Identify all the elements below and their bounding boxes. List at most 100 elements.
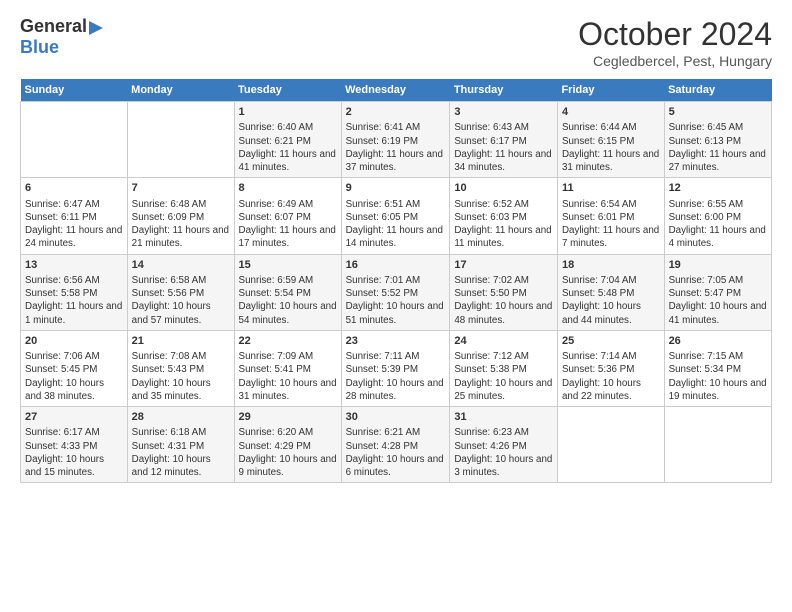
day-number: 30	[346, 410, 446, 425]
calendar-cell: 31Sunrise: 6:23 AM Sunset: 4:26 PM Dayli…	[450, 407, 558, 483]
day-number: 3	[454, 105, 553, 120]
page: General Blue October 2024 Cegledbercel, …	[0, 0, 792, 493]
calendar-cell: 26Sunrise: 7:15 AM Sunset: 5:34 PM Dayli…	[664, 330, 771, 406]
day-number: 23	[346, 334, 446, 349]
calendar-table: SundayMondayTuesdayWednesdayThursdayFrid…	[20, 79, 772, 483]
week-row-0: 1Sunrise: 6:40 AM Sunset: 6:21 PM Daylig…	[21, 102, 772, 178]
day-number: 6	[25, 181, 123, 196]
calendar-cell: 29Sunrise: 6:20 AM Sunset: 4:29 PM Dayli…	[234, 407, 341, 483]
header-monday: Monday	[127, 79, 234, 102]
cell-content: Sunrise: 6:23 AM Sunset: 4:26 PM Dayligh…	[454, 426, 553, 479]
calendar-header-row: SundayMondayTuesdayWednesdayThursdayFrid…	[21, 79, 772, 102]
calendar-cell: 3Sunrise: 6:43 AM Sunset: 6:17 PM Daylig…	[450, 102, 558, 178]
header-thursday: Thursday	[450, 79, 558, 102]
cell-content: Sunrise: 6:55 AM Sunset: 6:00 PM Dayligh…	[669, 198, 767, 251]
header: General Blue October 2024 Cegledbercel, …	[20, 16, 772, 69]
cell-content: Sunrise: 6:48 AM Sunset: 6:09 PM Dayligh…	[132, 198, 230, 251]
day-number: 9	[346, 181, 446, 196]
logo-blue-text: Blue	[20, 37, 59, 57]
day-number: 7	[132, 181, 230, 196]
calendar-cell: 12 Sunrise: 6:55 AM Sunset: 6:00 PM Dayli…	[664, 178, 771, 254]
logo: General Blue	[20, 16, 103, 58]
calendar-cell	[127, 102, 234, 178]
cell-content: Sunrise: 6:51 AM Sunset: 6:05 PM Dayligh…	[346, 198, 446, 251]
calendar-cell: 27Sunrise: 6:17 AM Sunset: 4:33 PM Dayli…	[21, 407, 128, 483]
calendar-cell: 9 Sunrise: 6:51 AM Sunset: 6:05 PM Daylig…	[341, 178, 450, 254]
day-number: 28	[132, 410, 230, 425]
cell-content: Sunrise: 6:40 AM Sunset: 6:21 PM Dayligh…	[239, 121, 337, 174]
calendar-cell: 18Sunrise: 7:04 AM Sunset: 5:48 PM Dayli…	[557, 254, 664, 330]
day-number: 17	[454, 258, 553, 273]
day-number: 18	[562, 258, 660, 273]
week-row-1: 6 Sunrise: 6:47 AM Sunset: 6:11 PM Daylig…	[21, 178, 772, 254]
calendar-cell: 7 Sunrise: 6:48 AM Sunset: 6:09 PM Daylig…	[127, 178, 234, 254]
cell-content: Sunrise: 7:04 AM Sunset: 5:48 PM Dayligh…	[562, 274, 660, 327]
cell-content: Sunrise: 6:58 AM Sunset: 5:56 PM Dayligh…	[132, 274, 230, 327]
cell-content: Sunrise: 7:05 AM Sunset: 5:47 PM Dayligh…	[669, 274, 767, 327]
calendar-cell: 21Sunrise: 7:08 AM Sunset: 5:43 PM Dayli…	[127, 330, 234, 406]
calendar-cell: 24Sunrise: 7:12 AM Sunset: 5:38 PM Dayli…	[450, 330, 558, 406]
day-number: 31	[454, 410, 553, 425]
header-wednesday: Wednesday	[341, 79, 450, 102]
day-number: 25	[562, 334, 660, 349]
calendar-cell: 25Sunrise: 7:14 AM Sunset: 5:36 PM Dayli…	[557, 330, 664, 406]
calendar-cell: 19Sunrise: 7:05 AM Sunset: 5:47 PM Dayli…	[664, 254, 771, 330]
cell-content: Sunrise: 6:56 AM Sunset: 5:58 PM Dayligh…	[25, 274, 123, 327]
day-number: 11	[562, 181, 660, 196]
day-number: 16	[346, 258, 446, 273]
calendar-cell: 20Sunrise: 7:06 AM Sunset: 5:45 PM Dayli…	[21, 330, 128, 406]
calendar-cell: 15Sunrise: 6:59 AM Sunset: 5:54 PM Dayli…	[234, 254, 341, 330]
cell-content: Sunrise: 7:14 AM Sunset: 5:36 PM Dayligh…	[562, 350, 660, 403]
cell-content: Sunrise: 7:11 AM Sunset: 5:39 PM Dayligh…	[346, 350, 446, 403]
day-number: 15	[239, 258, 337, 273]
day-number: 8	[239, 181, 337, 196]
cell-content: Sunrise: 6:47 AM Sunset: 6:11 PM Dayligh…	[25, 198, 123, 251]
cell-content: Sunrise: 7:09 AM Sunset: 5:41 PM Dayligh…	[239, 350, 337, 403]
day-number: 10	[454, 181, 553, 196]
calendar-cell: 8Sunrise: 6:49 AM Sunset: 6:07 PM Daylig…	[234, 178, 341, 254]
day-number: 1	[239, 105, 337, 120]
cell-content: Sunrise: 6:44 AM Sunset: 6:15 PM Dayligh…	[562, 121, 660, 174]
header-tuesday: Tuesday	[234, 79, 341, 102]
location: Cegledbercel, Pest, Hungary	[578, 53, 772, 69]
calendar-cell: 1Sunrise: 6:40 AM Sunset: 6:21 PM Daylig…	[234, 102, 341, 178]
cell-content: Sunrise: 7:06 AM Sunset: 5:45 PM Dayligh…	[25, 350, 123, 403]
calendar-cell: 11 Sunrise: 6:54 AM Sunset: 6:01 PM Dayli…	[557, 178, 664, 254]
month-title: October 2024	[578, 16, 772, 53]
day-number: 27	[25, 410, 123, 425]
cell-content: Sunrise: 7:08 AM Sunset: 5:43 PM Dayligh…	[132, 350, 230, 403]
week-row-4: 27Sunrise: 6:17 AM Sunset: 4:33 PM Dayli…	[21, 407, 772, 483]
week-row-3: 20Sunrise: 7:06 AM Sunset: 5:45 PM Dayli…	[21, 330, 772, 406]
calendar-cell: 16Sunrise: 7:01 AM Sunset: 5:52 PM Dayli…	[341, 254, 450, 330]
day-number: 24	[454, 334, 553, 349]
cell-content: Sunrise: 6:18 AM Sunset: 4:31 PM Dayligh…	[132, 426, 230, 479]
cell-content: Sunrise: 6:54 AM Sunset: 6:01 PM Dayligh…	[562, 198, 660, 251]
cell-content: Sunrise: 7:12 AM Sunset: 5:38 PM Dayligh…	[454, 350, 553, 403]
day-number: 19	[669, 258, 767, 273]
header-saturday: Saturday	[664, 79, 771, 102]
calendar-cell: 5Sunrise: 6:45 AM Sunset: 6:13 PM Daylig…	[664, 102, 771, 178]
cell-content: Sunrise: 6:45 AM Sunset: 6:13 PM Dayligh…	[669, 121, 767, 174]
header-friday: Friday	[557, 79, 664, 102]
day-number: 29	[239, 410, 337, 425]
logo-arrow-icon	[89, 21, 103, 35]
day-number: 20	[25, 334, 123, 349]
cell-content: Sunrise: 6:41 AM Sunset: 6:19 PM Dayligh…	[346, 121, 446, 174]
day-number: 12	[669, 181, 767, 196]
calendar-cell: 17Sunrise: 7:02 AM Sunset: 5:50 PM Dayli…	[450, 254, 558, 330]
calendar-cell: 6 Sunrise: 6:47 AM Sunset: 6:11 PM Daylig…	[21, 178, 128, 254]
calendar-cell	[21, 102, 128, 178]
day-number: 22	[239, 334, 337, 349]
header-sunday: Sunday	[21, 79, 128, 102]
cell-content: Sunrise: 6:43 AM Sunset: 6:17 PM Dayligh…	[454, 121, 553, 174]
day-number: 13	[25, 258, 123, 273]
calendar-cell	[664, 407, 771, 483]
cell-content: Sunrise: 7:01 AM Sunset: 5:52 PM Dayligh…	[346, 274, 446, 327]
cell-content: Sunrise: 6:20 AM Sunset: 4:29 PM Dayligh…	[239, 426, 337, 479]
calendar-cell: 14Sunrise: 6:58 AM Sunset: 5:56 PM Dayli…	[127, 254, 234, 330]
cell-content: Sunrise: 7:02 AM Sunset: 5:50 PM Dayligh…	[454, 274, 553, 327]
title-block: October 2024 Cegledbercel, Pest, Hungary	[578, 16, 772, 69]
cell-content: Sunrise: 7:15 AM Sunset: 5:34 PM Dayligh…	[669, 350, 767, 403]
cell-content: Sunrise: 6:21 AM Sunset: 4:28 PM Dayligh…	[346, 426, 446, 479]
cell-content: Sunrise: 6:52 AM Sunset: 6:03 PM Dayligh…	[454, 198, 553, 251]
